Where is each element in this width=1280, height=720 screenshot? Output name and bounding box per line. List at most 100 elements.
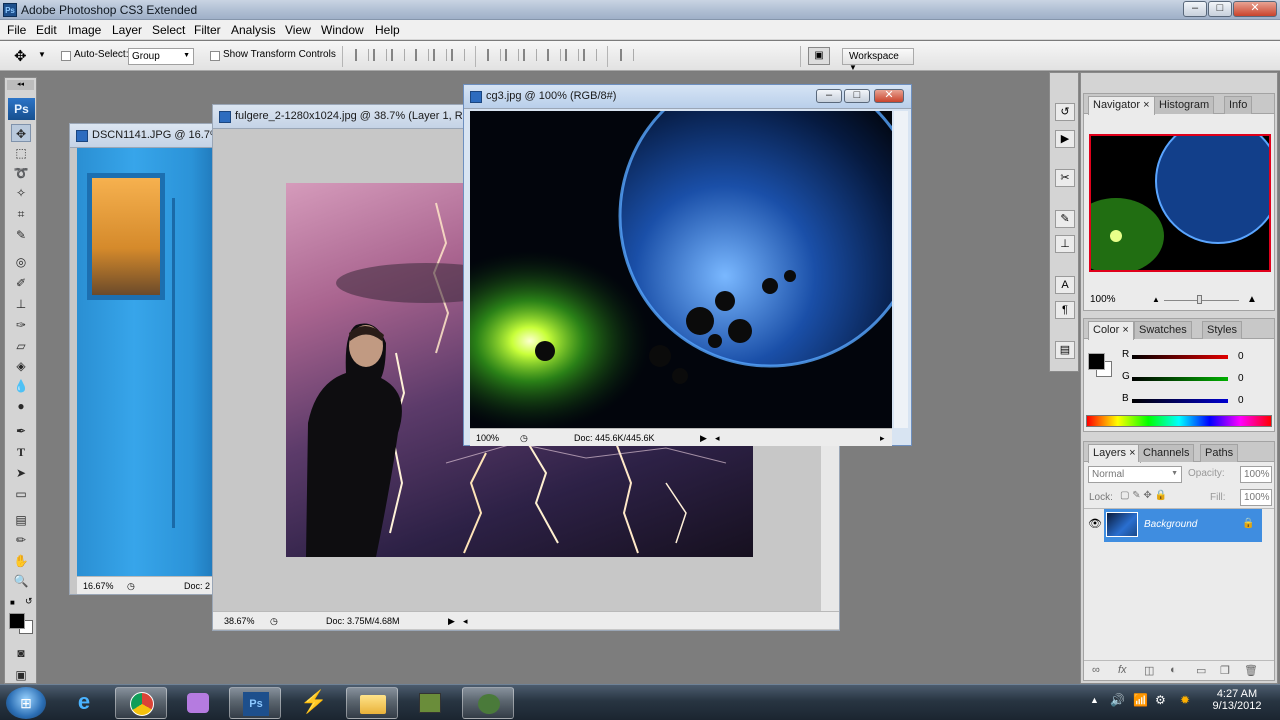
screen-mode-icon[interactable]: ▣ (11, 666, 31, 684)
menu-file[interactable]: File (7, 23, 26, 37)
shape-tool-icon[interactable]: ▭ (11, 485, 31, 503)
clock[interactable]: 4:27 AM 9/13/2012 (1207, 688, 1267, 712)
zoom-tool-icon[interactable]: 🔍 (11, 572, 31, 590)
maximize-button[interactable]: □ (1208, 1, 1232, 17)
zoom-slider-thumb[interactable] (1197, 295, 1202, 304)
move-tool-icon[interactable]: ✥ (14, 47, 27, 65)
link-layers-icon[interactable]: ∞ (1092, 664, 1100, 676)
document-canvas[interactable] (77, 148, 220, 576)
align-top-icon[interactable] (355, 49, 369, 61)
tool-preset-dropdown-icon[interactable]: ▼ (38, 50, 46, 59)
distribute-bottom-icon[interactable] (523, 49, 537, 61)
distribute-right-icon[interactable] (583, 49, 597, 61)
scroll-right-icon[interactable]: ▸ (880, 433, 885, 444)
align-hcenter-icon[interactable] (433, 49, 447, 61)
scroll-left-icon[interactable]: ◂ (715, 433, 720, 444)
document-window-cg3[interactable]: cg3.jpg @ 100% (RGB/8#) – □ ✕ 100% ◷ Doc… (463, 84, 912, 446)
tab-swatches[interactable]: Swatches (1134, 321, 1192, 339)
network-icon[interactable]: 📶 (1133, 693, 1148, 707)
menu-layer[interactable]: Layer (112, 23, 142, 37)
menu-image[interactable]: Image (68, 23, 101, 37)
blue-value[interactable]: 0 (1238, 395, 1244, 406)
layer-row[interactable]: 👁 Background 🔒 (1084, 508, 1274, 542)
close-tab-icon[interactable]: × (1122, 324, 1128, 336)
blend-mode-dropdown[interactable]: Normal ▼ (1088, 466, 1182, 483)
new-group-icon[interactable]: ▭ (1196, 664, 1206, 677)
menu-edit[interactable]: Edit (36, 23, 57, 37)
dodge-tool-icon[interactable]: ● (11, 397, 31, 415)
lock-icons[interactable]: ▢ ✎ ✥ 🔒 (1120, 490, 1167, 501)
document-canvas[interactable] (470, 111, 892, 428)
close-tab-icon[interactable]: × (1143, 99, 1149, 111)
foreground-color-swatch[interactable] (9, 613, 25, 629)
layer-style-icon[interactable]: fx (1118, 664, 1127, 676)
new-layer-icon[interactable]: ❐ (1220, 664, 1230, 677)
opacity-input[interactable]: 100% (1240, 466, 1272, 483)
document-window-dscn1141[interactable]: DSCN1141.JPG @ 16.7% 16.67% ◷ Doc: 2 (69, 123, 220, 595)
distribute-left-icon[interactable] (547, 49, 561, 61)
move-tool-icon[interactable]: ✥ (11, 124, 31, 142)
paragraph-panel-icon[interactable]: ¶ (1055, 301, 1075, 319)
app-icon-2[interactable] (404, 687, 456, 719)
blue-slider[interactable] (1132, 399, 1228, 403)
minimize-button[interactable]: – (1183, 1, 1207, 17)
tab-color[interactable]: Color × (1088, 321, 1134, 340)
tab-layers[interactable]: Layers × (1088, 444, 1141, 463)
tool-presets-icon[interactable]: ✂ (1055, 169, 1075, 187)
status-arrow-icon[interactable]: ▶ (700, 433, 707, 444)
history-panel-icon[interactable]: ↺ (1055, 103, 1075, 121)
menu-view[interactable]: View (285, 23, 311, 37)
start-button-icon[interactable]: ⊞ (6, 687, 46, 719)
tab-navigator[interactable]: Navigator × (1088, 96, 1155, 115)
align-vcenter-icon[interactable] (373, 49, 387, 61)
auto-align-icon[interactable] (620, 49, 634, 61)
doc-minimize-button[interactable]: – (816, 89, 842, 103)
pen-tool-icon[interactable]: ✒ (11, 422, 31, 440)
winamp-icon[interactable]: ⚡ (288, 687, 340, 719)
adjustment-layer-icon[interactable]: ◐ (1170, 664, 1177, 676)
document-title-bar[interactable]: cg3.jpg @ 100% (RGB/8#) – □ ✕ (464, 85, 911, 109)
path-selection-tool-icon[interactable]: ➤ (11, 464, 31, 482)
doc-close-button[interactable]: ✕ (874, 89, 904, 103)
app-icon-3[interactable] (462, 687, 514, 719)
notes-tool-icon[interactable]: ▤ (11, 511, 31, 529)
status-menu-icon[interactable]: ◷ (127, 581, 135, 592)
menu-analysis[interactable]: Analysis (231, 23, 276, 37)
bridge-icon[interactable]: ▣ (808, 47, 830, 65)
foreground-color-swatch[interactable] (1088, 353, 1105, 370)
auto-select-checkbox[interactable] (61, 51, 71, 61)
red-value[interactable]: 0 (1238, 351, 1244, 362)
align-right-icon[interactable] (451, 49, 465, 61)
folder-icon[interactable] (346, 687, 398, 719)
volume-icon[interactable]: 🔊 (1110, 693, 1125, 707)
green-value[interactable]: 0 (1238, 373, 1244, 384)
align-bottom-icon[interactable] (391, 49, 405, 61)
transform-controls-checkbox[interactable] (210, 51, 220, 61)
visibility-eye-icon[interactable]: 👁 (1088, 517, 1102, 530)
scroll-left-icon[interactable]: ◂ (463, 616, 468, 627)
vertical-scrollbar[interactable] (894, 111, 908, 428)
blur-tool-icon[interactable]: 💧 (11, 377, 31, 395)
menu-filter[interactable]: Filter (194, 23, 221, 37)
align-left-icon[interactable] (415, 49, 429, 61)
notification-icon[interactable]: ✹ (1180, 693, 1190, 707)
tab-histogram[interactable]: Histogram (1154, 96, 1215, 114)
zoom-level[interactable]: 16.67% (83, 581, 114, 591)
tab-styles[interactable]: Styles (1202, 321, 1242, 339)
close-button[interactable]: ✕ (1233, 1, 1277, 17)
color-ramp[interactable] (1086, 415, 1272, 427)
magic-wand-tool-icon[interactable]: ✧ (11, 184, 31, 202)
clone-source-icon[interactable]: ⊥ (1055, 235, 1075, 253)
delete-layer-icon[interactable]: 🗑 (1244, 664, 1258, 677)
brushes-panel-icon[interactable]: ✎ (1055, 210, 1075, 228)
slice-tool-icon[interactable]: ✎ (11, 226, 31, 244)
actions-panel-icon[interactable]: ▶ (1055, 130, 1075, 148)
swap-colors-icon[interactable]: ↺ (25, 596, 33, 607)
history-brush-tool-icon[interactable]: ✑ (11, 316, 31, 334)
menu-select[interactable]: Select (152, 23, 185, 37)
marquee-tool-icon[interactable]: ⬚ (11, 144, 31, 162)
navigator-zoom[interactable]: 100% (1090, 294, 1116, 305)
tab-channels[interactable]: Channels (1138, 444, 1195, 462)
brush-tool-icon[interactable]: ✐ (11, 274, 31, 292)
type-tool-icon[interactable]: T (11, 443, 31, 461)
